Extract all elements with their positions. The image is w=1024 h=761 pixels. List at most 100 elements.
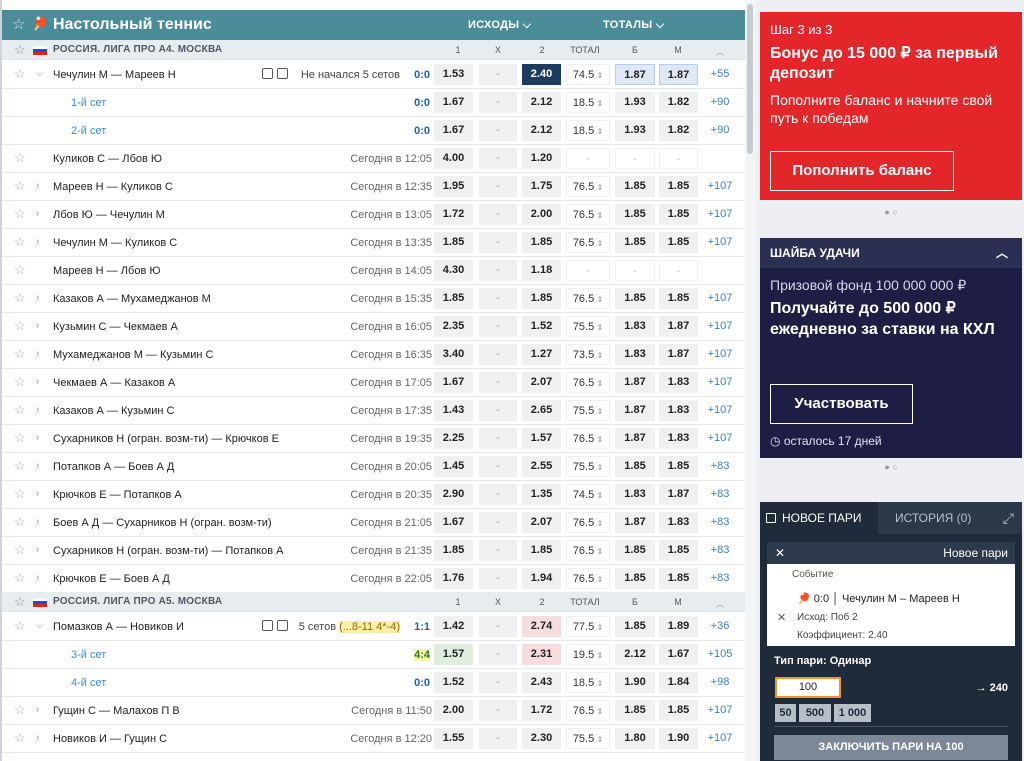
scrollbar-thumb[interactable]: [747, 4, 753, 154]
odd-home-win[interactable]: 1.67: [434, 120, 473, 141]
odd-home-win[interactable]: 1.72: [434, 204, 473, 225]
quick-stake-500[interactable]: 500: [799, 704, 831, 722]
collapse-chevron-icon[interactable]: ︿: [705, 597, 735, 610]
odd-over[interactable]: 1.85: [615, 568, 655, 589]
updown-icon[interactable]: ⇕: [594, 379, 603, 388]
odd-over[interactable]: 1.87: [615, 372, 655, 393]
odd-under[interactable]: 1.85: [659, 204, 698, 225]
odd-home-win[interactable]: 2.00: [434, 700, 473, 721]
updown-icon[interactable]: ⇕: [594, 707, 603, 716]
updown-icon[interactable]: ⇕: [594, 575, 603, 584]
more-markets[interactable]: +107: [702, 232, 738, 253]
odd-over[interactable]: 1.83: [615, 484, 655, 505]
odd-over[interactable]: 1.83: [615, 344, 655, 365]
odd-home-win[interactable]: 1.67: [434, 512, 473, 533]
odd-under[interactable]: 1.87: [659, 316, 698, 337]
odd-away-win[interactable]: 1.18: [522, 260, 561, 281]
odd-away-win[interactable]: 1.72: [522, 700, 561, 721]
odd-under[interactable]: 1.83: [659, 428, 698, 449]
odd-over[interactable]: 1.93: [615, 120, 655, 141]
odd-away-win[interactable]: 2.12: [522, 92, 561, 113]
set-row[interactable]: 4-й сет 0:0 1.52-2.43 18.5 ⇕ 1.90 1.84 +98: [2, 669, 745, 697]
odd-over[interactable]: 1.80: [615, 728, 655, 749]
match-name[interactable]: Чекмаев А — Казаков А: [53, 377, 175, 389]
expand-chevron-icon[interactable]: ⌵: [36, 68, 44, 79]
scrollbar[interactable]: [745, 0, 756, 761]
more-markets[interactable]: +107: [702, 400, 738, 421]
match-name[interactable]: Боев А Д — Сухарников Н (огран. возм-ти): [53, 517, 272, 529]
market-totals-dropdown[interactable]: ТОТАЛЫ ⌵: [603, 19, 664, 32]
odd-home-win[interactable]: 1.45: [434, 456, 473, 477]
odd-home-win[interactable]: 1.85: [434, 232, 473, 253]
odd-away-win[interactable]: 1.75: [522, 176, 561, 197]
more-markets[interactable]: +107: [702, 204, 738, 225]
odd-under[interactable]: 1.87: [659, 64, 698, 85]
odd-home-win[interactable]: 2.25: [434, 428, 473, 449]
set-row[interactable]: 2-й сет 0:0 1.67-2.12 18.5 ⇕ 1.93 1.82 +90: [2, 117, 745, 145]
event-row[interactable]: ☆ › Лбов Ю — Чечулин М Сегодня в 13:05 1.72-…: [2, 201, 745, 229]
event-row[interactable]: ☆ › Боев А Д — Сухарников Н (огран. возм-т…: [2, 509, 745, 537]
event-row[interactable]: ☆ › Крючков Е — Потапков А Сегодня в 20:35 2…: [2, 481, 745, 509]
odd-under[interactable]: 1.87: [659, 344, 698, 365]
favorite-star-icon[interactable]: ☆: [14, 290, 26, 306]
odd-under[interactable]: 1.67: [659, 644, 698, 665]
league-row[interactable]: ☆ РОССИЯ. ЛИГА ПРО А4. МОСКВА 1 X 2 ТОТАЛ Б М ︿: [2, 40, 745, 60]
updown-icon[interactable]: ⇕: [594, 407, 603, 416]
expand-chevron-icon[interactable]: ›: [36, 208, 39, 219]
event-row[interactable]: ☆ Мареев Н — Лбов Ю Сегодня в 14:05 4.30-1.…: [2, 257, 745, 285]
match-name[interactable]: Сухарников Н (огран. возм-ти) — Крючков …: [53, 433, 279, 445]
more-markets[interactable]: [702, 260, 738, 281]
favorite-star-icon[interactable]: ☆: [14, 150, 26, 166]
odd-away-win[interactable]: 1.85: [522, 232, 561, 253]
odd-away-win[interactable]: 1.85: [522, 540, 561, 561]
event-row[interactable]: ☆ › Казаков А — Кузьмин С Сегодня в 17:35 1.…: [2, 397, 745, 425]
favorite-star-icon[interactable]: ☆: [14, 402, 26, 418]
league-row[interactable]: ☆ РОССИЯ. ЛИГА ПРО А5. МОСКВА 1 X 2 ТОТАЛ Б М ︿: [2, 592, 745, 612]
set-row[interactable]: 1-й сет 0:0 1.67-2.12 18.5 ⇕ 1.93 1.82 +90: [2, 89, 745, 117]
updown-icon[interactable]: ⇕: [594, 323, 603, 332]
odd-over[interactable]: 1.85: [615, 204, 655, 225]
more-markets[interactable]: +98: [702, 672, 738, 693]
updown-icon[interactable]: ⇕: [594, 239, 603, 248]
more-markets[interactable]: +90: [702, 120, 738, 141]
expand-chevron-icon[interactable]: ›: [36, 516, 39, 527]
match-name[interactable]: Лбов Ю — Чечулин М: [53, 209, 165, 221]
more-markets[interactable]: +107: [702, 316, 738, 337]
more-markets[interactable]: +107: [702, 288, 738, 309]
match-name[interactable]: Сухарников Н (огран. возм-ти) — Потапков…: [53, 545, 283, 557]
more-markets[interactable]: +107: [702, 428, 738, 449]
participate-button[interactable]: Участвовать: [770, 384, 913, 424]
odd-home-win[interactable]: 1.43: [434, 400, 473, 421]
favorite-star-icon[interactable]: ☆: [14, 702, 26, 718]
odd-home-win[interactable]: 1.85: [434, 540, 473, 561]
odd-away-win[interactable]: 2.30: [522, 728, 561, 749]
odd-over[interactable]: 1.87: [615, 400, 655, 421]
odd-under[interactable]: 1.85: [659, 232, 698, 253]
odd-away-win[interactable]: 2.12: [522, 120, 561, 141]
favorite-star-icon[interactable]: ☆: [14, 374, 26, 390]
more-markets[interactable]: +83: [702, 540, 738, 561]
event-row[interactable]: ☆ › Потапков А — Боев А Д Сегодня в 20:05 1.…: [2, 453, 745, 481]
odd-away-win[interactable]: 1.27: [522, 344, 561, 365]
more-markets[interactable]: +83: [702, 568, 738, 589]
odd-away-win[interactable]: 2.74: [522, 616, 561, 637]
odd-under[interactable]: 1.85: [659, 288, 698, 309]
favorite-star-icon[interactable]: ☆: [14, 594, 26, 610]
match-name[interactable]: Крючков Е — Боев А Д: [53, 573, 170, 585]
odd-away-win[interactable]: 1.52: [522, 316, 561, 337]
carousel-dots-2[interactable]: ● ○: [760, 462, 1022, 472]
odd-home-win[interactable]: 1.67: [434, 92, 473, 113]
odd-under[interactable]: 1.82: [659, 92, 698, 113]
odd-home-win[interactable]: 1.52: [434, 672, 473, 693]
updown-icon[interactable]: ⇕: [594, 127, 603, 136]
event-row[interactable]: ☆ › Чекмаев А — Казаков А Сегодня в 17:05 1.…: [2, 369, 745, 397]
expand-chevron-icon[interactable]: ›: [36, 376, 39, 387]
match-name[interactable]: Казаков А — Мухамеджанов М: [53, 293, 211, 305]
odd-under[interactable]: 1.90: [659, 728, 698, 749]
expand-chevron-icon[interactable]: ›: [36, 488, 39, 499]
updown-icon[interactable]: ⇕: [594, 463, 603, 472]
odd-home-win[interactable]: 1.53: [434, 64, 473, 85]
odd-over[interactable]: 1.85: [615, 288, 655, 309]
odd-under[interactable]: 1.87: [659, 484, 698, 505]
odd-over[interactable]: 1.83: [615, 316, 655, 337]
